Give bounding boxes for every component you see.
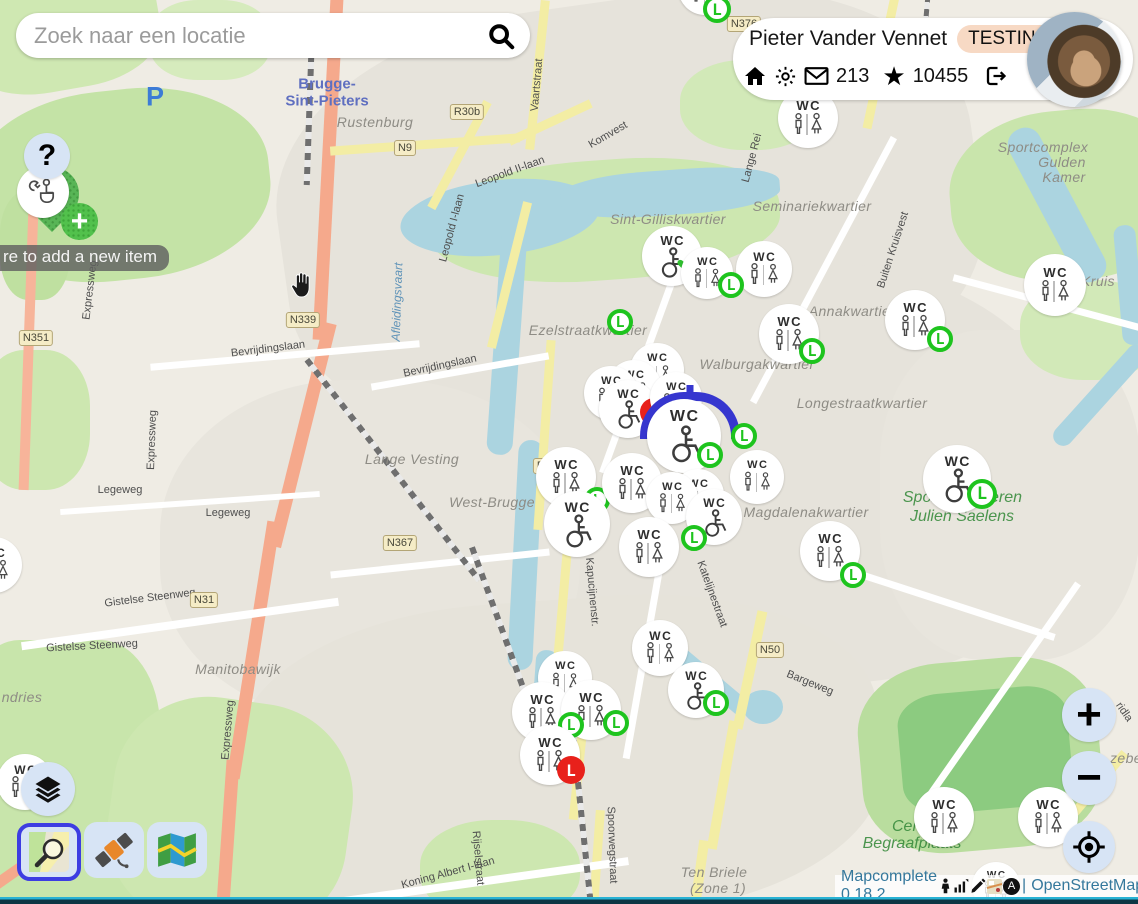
- attr-separator: |: [1022, 877, 1026, 895]
- basemap-satellite-button[interactable]: [84, 822, 144, 878]
- wc-toilet-marker[interactable]: WC: [1024, 254, 1086, 316]
- contributor-icon: [939, 878, 952, 894]
- search-bar[interactable]: [16, 13, 530, 58]
- search-input[interactable]: [32, 22, 486, 50]
- user-avatar[interactable]: [1027, 12, 1122, 107]
- wc-wheelchair-marker[interactable]: WC: [544, 491, 610, 557]
- add-plus-button[interactable]: +: [61, 203, 98, 240]
- osm-user-icon: A: [1003, 878, 1020, 895]
- layers-button[interactable]: [21, 762, 75, 816]
- opening-hours-open-badge[interactable]: L: [681, 525, 707, 551]
- opening-hours-open-badge[interactable]: L: [607, 309, 633, 335]
- map-canvas[interactable]: Brugge-Sint-PietersRustenburgPSint-Gilli…: [0, 0, 1138, 904]
- map-shape: [0, 350, 90, 490]
- opening-hours-open-badge[interactable]: L: [840, 562, 866, 588]
- carto-map-icon: [29, 832, 69, 872]
- wc-toilet-marker[interactable]: WC: [619, 517, 679, 577]
- osm-link[interactable]: OpenStreetMap: [1031, 877, 1138, 895]
- layers-icon: [33, 774, 63, 804]
- zoom-in-glyph: +: [1076, 693, 1102, 737]
- changesets-count: 10455: [913, 65, 969, 88]
- basemap-carto-button[interactable]: [17, 823, 81, 881]
- gear-icon[interactable]: [774, 65, 797, 88]
- search-icon[interactable]: [486, 21, 516, 51]
- messages-icon[interactable]: [804, 66, 829, 86]
- satellite-icon: [93, 829, 135, 871]
- geolocate-icon: [1071, 829, 1107, 865]
- opening-hours-open-badge[interactable]: L: [603, 710, 629, 736]
- road-ref-badge: N50: [756, 642, 784, 658]
- geolocate-button[interactable]: [1063, 821, 1115, 873]
- basemap-map-button[interactable]: [147, 822, 207, 878]
- map-label: ridla: [1113, 700, 1135, 724]
- messages-count: 213: [836, 65, 869, 88]
- bottom-panel-edge: [0, 897, 1138, 904]
- road-ref-badge: N9: [394, 140, 416, 156]
- user-name: Pieter Vander Vennet: [749, 27, 947, 51]
- opening-hours-closed-badge[interactable]: L: [557, 756, 585, 784]
- zoom-out-button[interactable]: −: [1062, 751, 1116, 805]
- opening-hours-open-badge[interactable]: L: [799, 338, 825, 364]
- opening-hours-open-badge[interactable]: L: [703, 690, 729, 716]
- map-label: Legeweg: [98, 484, 143, 496]
- road-ref-badge: N31: [190, 592, 218, 608]
- wc-toilet-marker[interactable]: WC: [914, 787, 974, 847]
- add-item-tooltip: re to add a new item: [0, 245, 169, 271]
- opening-hours-open-badge[interactable]: L: [718, 272, 744, 298]
- road-ref-badge: R30b: [450, 104, 484, 120]
- wc-toilet-marker[interactable]: WC: [0, 537, 22, 593]
- help-label: ?: [38, 139, 56, 173]
- opening-hours-open-badge[interactable]: L: [927, 326, 953, 352]
- star-icon: ★: [882, 66, 905, 86]
- statistics-icon: [953, 878, 969, 894]
- folded-map-icon: [156, 829, 198, 871]
- edit-pencil-icon: [970, 878, 986, 894]
- road-ref-badge: N339: [286, 312, 320, 328]
- zoom-out-glyph: −: [1076, 758, 1102, 798]
- opening-hours-open-badge[interactable]: L: [967, 479, 997, 509]
- map-label: Expressweg: [145, 410, 159, 470]
- opening-hours-open-badge[interactable]: L: [731, 423, 757, 449]
- hand-cursor-icon: [287, 268, 319, 302]
- logout-icon[interactable]: [983, 64, 1008, 88]
- road-ref-badge: N351: [19, 330, 53, 346]
- mini-map-icon: [987, 879, 1002, 894]
- wc-toilet-marker[interactable]: WC: [736, 241, 792, 297]
- map-shape: [420, 820, 580, 904]
- plus-glyph: +: [71, 207, 89, 237]
- attribution-bar: Mapcomplete 0.18.2 A | OpenStreetMap: [835, 875, 1138, 897]
- opening-hours-open-badge[interactable]: L: [697, 442, 723, 468]
- home-icon[interactable]: [743, 64, 767, 88]
- help-button[interactable]: ?: [24, 133, 70, 179]
- road-ref-badge: N367: [383, 535, 417, 551]
- wc-toilet-marker[interactable]: WC: [730, 450, 784, 504]
- zoom-in-button[interactable]: +: [1062, 688, 1116, 742]
